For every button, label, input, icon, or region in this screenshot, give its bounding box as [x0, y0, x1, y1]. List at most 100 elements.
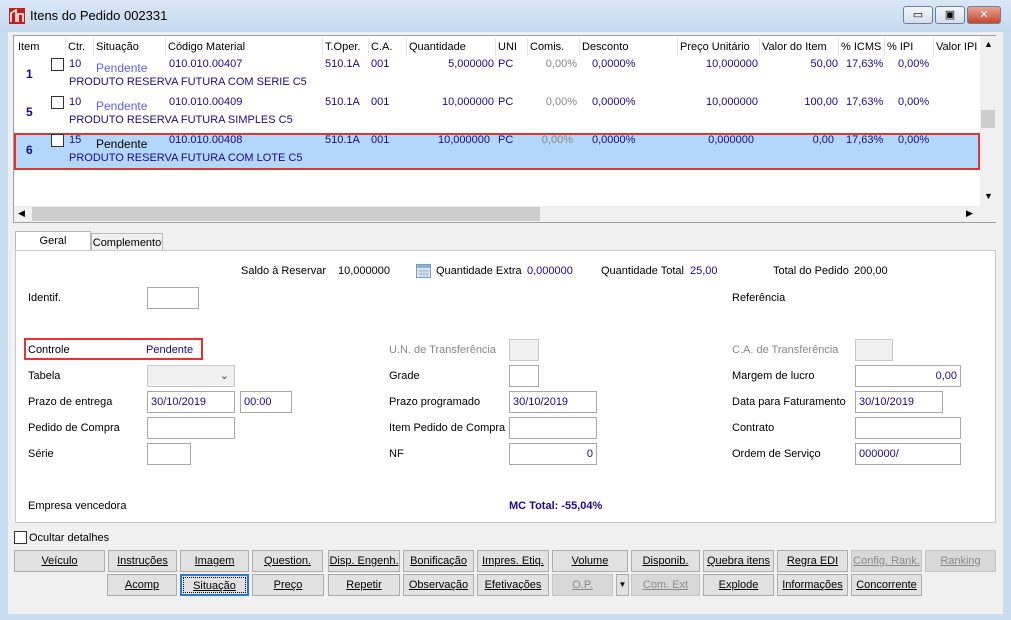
scroll-down-icon[interactable]: ▼ — [984, 191, 993, 201]
quebra-itens-button[interactable]: Quebra itens — [703, 550, 774, 572]
scroll-thumb[interactable] — [981, 110, 995, 128]
prazo-entrega-time-input[interactable]: 00:00 — [240, 391, 292, 413]
config-rank-button[interactable]: Config. Rank. — [851, 550, 922, 572]
column-header[interactable]: Código Material — [168, 41, 245, 53]
explode-button[interactable]: Explode — [703, 574, 774, 596]
table-row[interactable]: 5 10 Pendente 010.010.00409 510.1A 001 10,0000… — [14, 95, 980, 132]
qtd-extra-label: Quantidade Extra — [436, 265, 522, 277]
prazo-entrega-date-input[interactable]: 30/10/2019 — [147, 391, 235, 413]
acomp-button[interactable]: Acomp — [107, 574, 177, 596]
concorrente-button[interactable]: Concorrente — [851, 574, 922, 596]
impres-etiq-button[interactable]: Impres. Etiq. — [477, 550, 549, 572]
column-header[interactable]: Desconto — [582, 41, 628, 53]
question-button[interactable]: Question. — [252, 550, 323, 572]
column-header[interactable]: Comis. — [530, 41, 564, 53]
volume-button[interactable]: Volume — [552, 550, 628, 572]
cell-uni: PC — [498, 58, 514, 70]
bonificacao-button[interactable]: Bonificação — [403, 550, 474, 572]
cell-ctr: 10 — [69, 96, 82, 108]
informacoes-button[interactable]: Informações — [777, 574, 848, 596]
minimize-button[interactable]: ▭ — [903, 6, 933, 24]
saldo-label: Saldo à Reservar — [241, 265, 326, 277]
cell-ctr: 15 — [69, 134, 82, 146]
com-ext-button[interactable]: Com. Ext — [631, 574, 700, 596]
disponib-button[interactable]: Disponib. — [631, 550, 700, 572]
column-header[interactable]: Preço Unitário — [680, 41, 750, 53]
column-header[interactable]: UNI — [498, 41, 517, 53]
o-p-button[interactable]: O.P. — [552, 574, 613, 596]
instrucoes-button[interactable]: Instruções — [108, 550, 177, 572]
column-header[interactable]: Quantidade — [409, 41, 466, 53]
cell-situacao: Pendente — [96, 99, 148, 113]
maximize-button[interactable]: ▣ — [935, 6, 965, 24]
column-header[interactable]: T.Oper. — [325, 41, 360, 53]
situacao-button[interactable]: Situação — [180, 574, 249, 596]
controle-label: Controle — [28, 344, 70, 356]
prazo-prog-input[interactable]: 30/10/2019 — [509, 391, 597, 413]
preco-button[interactable]: Preço — [252, 574, 324, 596]
op-dropdown-arrow-icon[interactable]: ▼ — [616, 574, 629, 596]
column-divider — [322, 38, 323, 56]
pedido-compra-input[interactable] — [147, 417, 235, 439]
scroll-left-icon[interactable]: ◀ — [18, 208, 25, 219]
column-header[interactable]: Valor do Item — [762, 41, 827, 53]
prazo-entrega-label: Prazo de entrega — [28, 396, 113, 408]
contrato-label: Contrato — [732, 422, 775, 434]
un-transf-input[interactable] — [509, 339, 539, 361]
tabela-label: Tabela — [28, 370, 61, 382]
ranking-button[interactable]: Ranking — [925, 550, 996, 572]
cell-ipi: 0,00% — [898, 58, 930, 70]
nf-label: NF — [389, 448, 404, 460]
cell-quantidade: 10,000000 — [442, 96, 494, 108]
grade-input[interactable] — [509, 365, 539, 387]
cell-icms: 17,63% — [846, 58, 884, 70]
veiculo-button[interactable]: Veículo — [14, 550, 105, 572]
cell-desconto: 0,0000% — [592, 58, 636, 70]
column-header[interactable]: Ctr. — [68, 41, 85, 53]
tab-geral[interactable]: Geral — [15, 231, 91, 251]
tabela-select[interactable]: ⌄ — [147, 365, 235, 387]
scroll-right-icon[interactable]: ▶ — [966, 208, 973, 219]
column-divider — [838, 38, 839, 56]
column-header[interactable]: % ICMS — [841, 41, 881, 53]
cell-codigo: 010.010.00408 — [169, 134, 243, 146]
column-header[interactable]: C.A. — [371, 41, 392, 53]
efetivacoes-button[interactable]: Efetivações — [477, 574, 549, 596]
column-header[interactable]: Valor IPI — [936, 41, 977, 53]
identif-input[interactable] — [147, 287, 199, 309]
table-row[interactable]: 6 15 Pendente 010.010.00408 510.1A 001 10,0000… — [14, 133, 980, 170]
cell-preco: 10,000000 — [706, 96, 758, 108]
disp-engenh-button[interactable]: Disp. Engenh. — [328, 550, 400, 572]
horizontal-scrollbar[interactable]: ◀ ▶ — [14, 206, 980, 222]
ca-transf-input[interactable] — [855, 339, 893, 361]
imagem-button[interactable]: Imagem — [180, 550, 249, 572]
contrato-input[interactable] — [855, 417, 961, 439]
item-number: 1 — [26, 67, 33, 81]
row-checkbox[interactable] — [51, 134, 64, 147]
ocultar-checkbox[interactable] — [14, 531, 27, 544]
column-header[interactable]: Item — [18, 41, 39, 53]
data-fat-input[interactable]: 30/10/2019 — [855, 391, 943, 413]
column-header[interactable]: % IPI — [887, 41, 913, 53]
items-grid: Item Ctr. Situação Código Material T.Oper. C.… — [13, 35, 996, 223]
serie-input[interactable] — [147, 443, 191, 465]
observacao-button[interactable]: Observação — [403, 574, 474, 596]
vertical-scrollbar[interactable]: ▲ ▼ — [980, 36, 996, 222]
close-button[interactable]: ✕ — [967, 6, 1001, 24]
regra-edi-button[interactable]: Regra EDI — [777, 550, 848, 572]
h-scroll-thumb[interactable] — [32, 207, 540, 221]
item-pedido-input[interactable] — [509, 417, 597, 439]
repetir-button[interactable]: Repetir — [328, 574, 400, 596]
calendar-icon[interactable] — [416, 264, 431, 278]
cell-preco: 10,000000 — [706, 58, 758, 70]
column-divider — [527, 38, 528, 56]
margem-input[interactable]: 0,00 — [855, 365, 961, 387]
column-divider — [759, 38, 760, 56]
row-checkbox[interactable] — [51, 96, 64, 109]
row-checkbox[interactable] — [51, 58, 64, 71]
nf-input[interactable]: 0 — [509, 443, 597, 465]
table-row[interactable]: 1 10 Pendente 010.010.00407 510.1A 001 5,00000… — [14, 57, 980, 94]
ordem-input[interactable]: 000000/ — [855, 443, 961, 465]
scroll-up-icon[interactable]: ▲ — [984, 39, 993, 49]
column-header[interactable]: Situação — [96, 41, 139, 53]
